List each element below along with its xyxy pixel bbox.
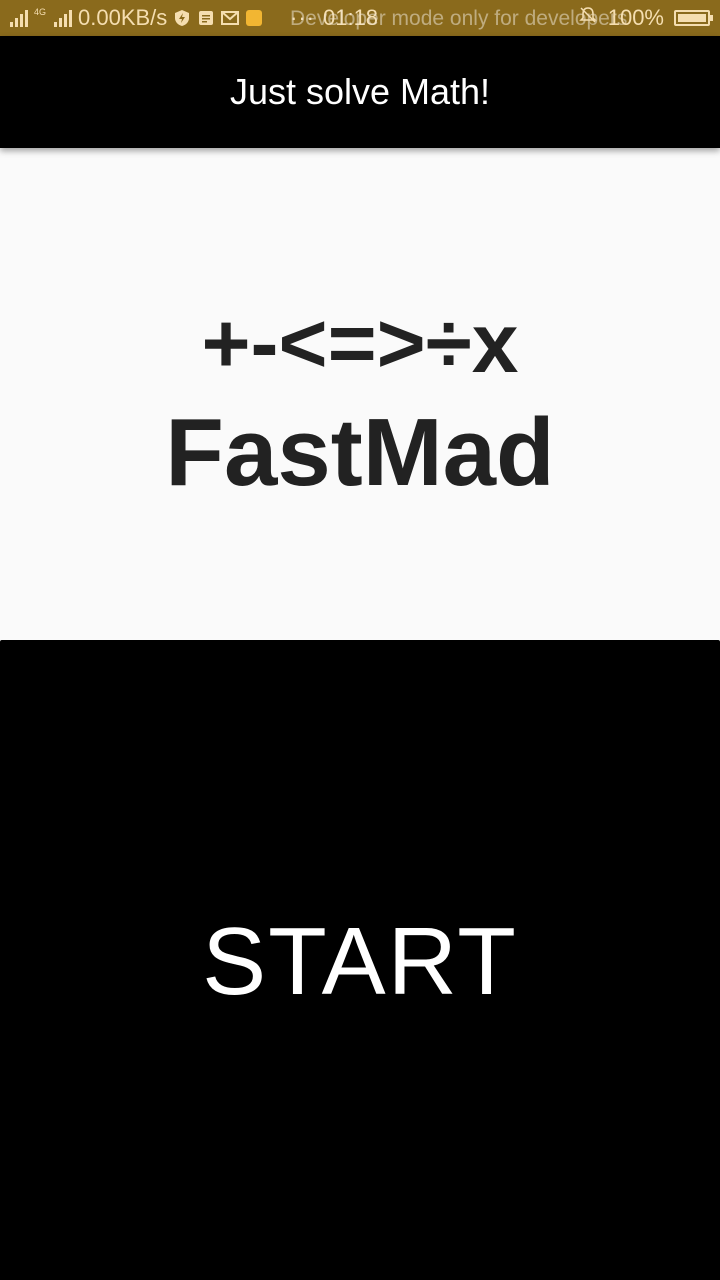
data-speed: 0.00KB/s bbox=[78, 5, 168, 30]
math-symbols-logo: +-<=>÷x bbox=[201, 296, 519, 390]
shield-icon bbox=[173, 9, 191, 27]
network-type: 4G bbox=[34, 7, 47, 17]
start-button-label: START bbox=[202, 908, 518, 1015]
app-badge-icon bbox=[245, 9, 263, 27]
status-right: 100% bbox=[578, 0, 713, 36]
app-name: FastMad bbox=[165, 399, 555, 506]
battery-percent: 100% bbox=[607, 5, 664, 30]
hero-section: +-<=>÷x FastMad bbox=[0, 148, 720, 640]
status-left: 4G 0.00KB/s bbox=[10, 0, 263, 36]
mail-icon bbox=[221, 9, 240, 27]
app-bar: Just solve Math! bbox=[0, 36, 720, 148]
start-button[interactable]: START bbox=[0, 640, 720, 1280]
app-bar-title: Just solve Math! bbox=[229, 71, 491, 112]
signal-icon bbox=[10, 9, 28, 27]
notes-icon bbox=[197, 9, 215, 27]
signal-icon-2 bbox=[54, 9, 73, 27]
silent-bell-icon bbox=[578, 5, 598, 31]
status-bar: 4G 0.00KB/s Developer mode only for deve… bbox=[0, 0, 720, 36]
status-center: Developer mode only for developers ··· 0… bbox=[290, 0, 627, 36]
battery-icon bbox=[674, 10, 713, 26]
